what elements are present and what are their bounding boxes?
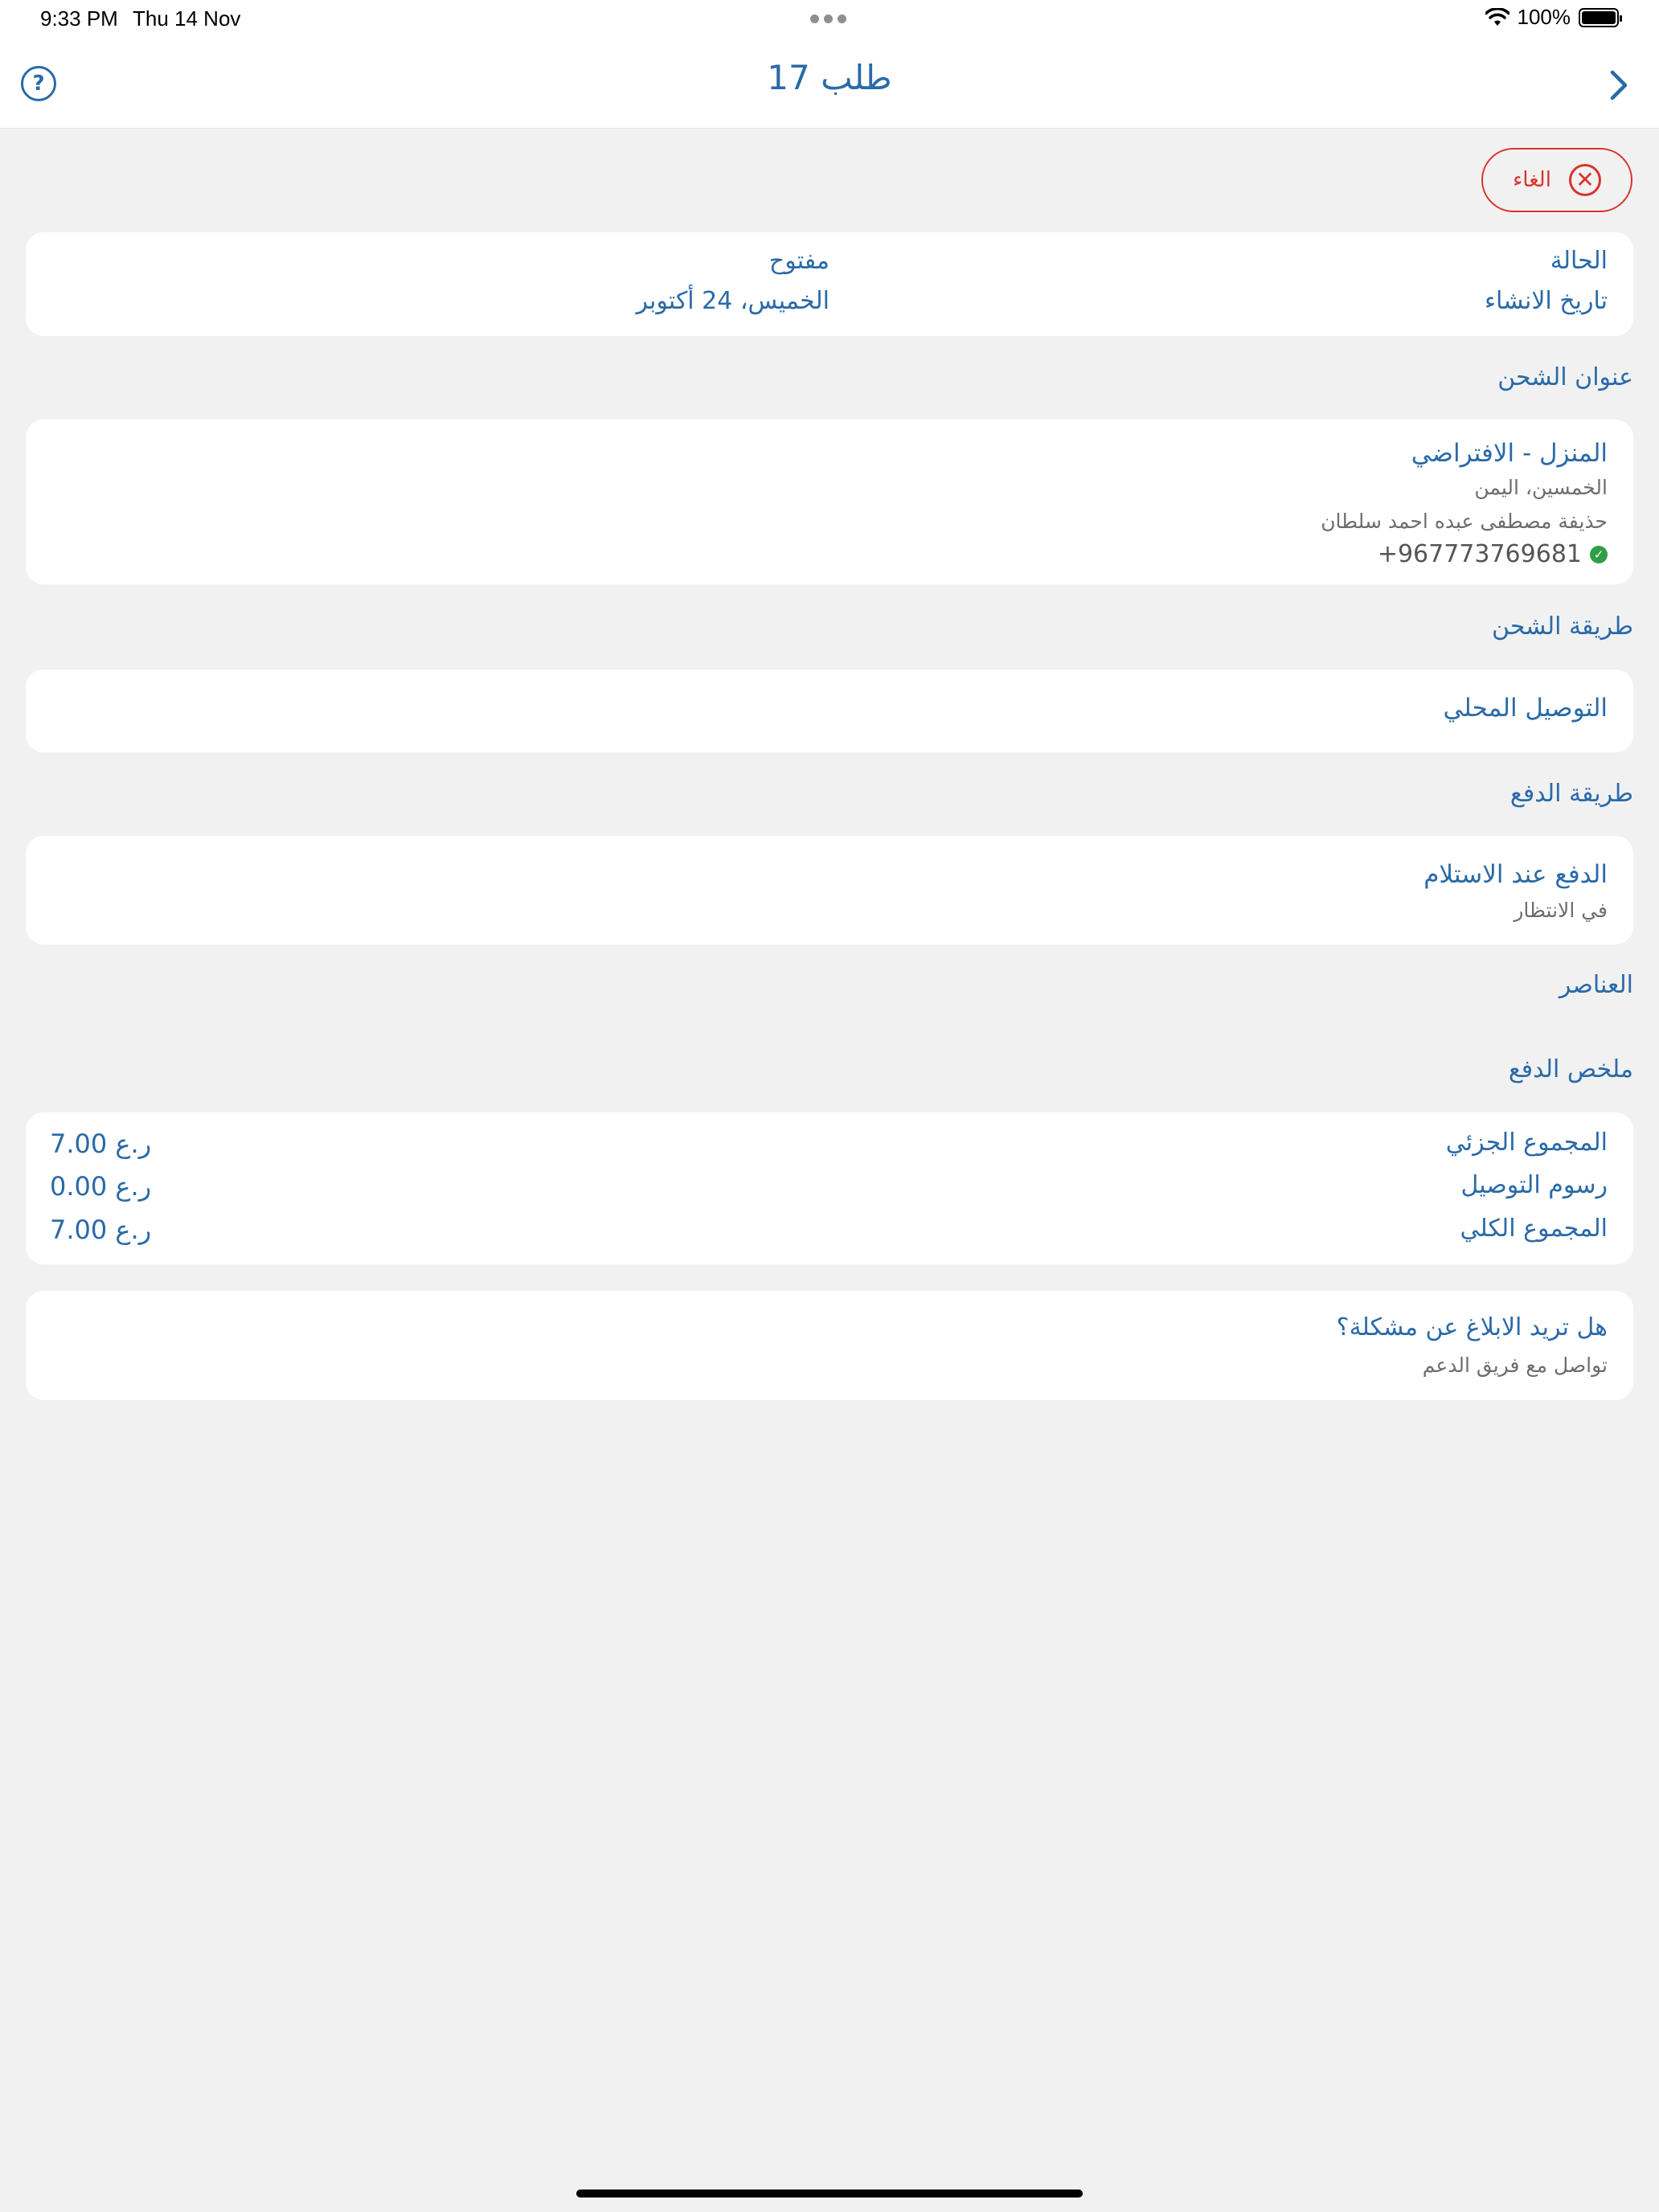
phone-row: +967773769681 ✓ [1378, 540, 1608, 568]
battery-icon [1579, 7, 1622, 27]
payment-method-value: الدفع عند الاستلام [1423, 860, 1608, 889]
status-time: 9:33 PM [40, 6, 118, 31]
nav-bar: ? طلب 17 [0, 40, 1659, 129]
cancel-button-label: الغاء [1513, 168, 1551, 192]
address-location: الخمسين، اليمن [1474, 476, 1608, 499]
total-amount: 7.00 ر.ع [50, 1215, 152, 1245]
address-recipient: حذيفة مصطفى عبده احمد سلطان [1321, 510, 1608, 533]
status-right: 100% [1485, 5, 1622, 30]
created-label: تاريخ الانشاء [1484, 287, 1608, 315]
delivery-fee-amount: 0.00 ر.ع [50, 1171, 152, 1202]
status-label: الحالة [1550, 247, 1608, 275]
payment-status: في الانتظار [1514, 899, 1608, 922]
total-label: المجموع الكلي [1460, 1215, 1608, 1243]
wifi-icon [1485, 7, 1509, 26]
shipping-method-title: طريقة الشحن [1491, 612, 1633, 641]
subtotal-amount: 7.00 ر.ع [50, 1129, 152, 1159]
status-bar: 9:33 PM Thu 14 Nov 100% [0, 0, 1659, 40]
verified-check-icon: ✓ [1590, 545, 1608, 563]
chevron-right-icon[interactable] [1603, 63, 1635, 108]
page-title: طلب 17 [767, 58, 892, 97]
battery-percent: 100% [1517, 5, 1571, 29]
report-title: هل تريد الابلاغ عن مشكلة؟ [1336, 1313, 1608, 1342]
status-date: Thu 14 Nov [133, 6, 241, 31]
order-info-card: الحالة مفتوح تاريخ الانشاء الخميس، 24 أك… [26, 232, 1633, 336]
payment-summary-card: المجموع الجزئي 7.00 ر.ع رسوم التوصيل 0.0… [26, 1112, 1633, 1264]
address-name: المنزل - الافتراضي [1411, 439, 1608, 468]
home-indicator [576, 2189, 1083, 2198]
cancel-button[interactable]: ✕ الغاء [1481, 148, 1632, 212]
shipping-address-card[interactable]: المنزل - الافتراضي الخمسين، اليمن حذيفة … [26, 420, 1633, 584]
status-value: مفتوح [768, 247, 830, 275]
subtotal-label: المجموع الجزئي [1445, 1129, 1608, 1157]
report-subtitle: تواصل مع فريق الدعم [1422, 1354, 1608, 1377]
shipping-address-title: عنوان الشحن [1497, 363, 1633, 391]
payment-method-card: الدفع عند الاستلام في الانتظار [26, 836, 1633, 944]
payment-method-title: طريقة الدفع [1509, 780, 1633, 808]
report-problem-card[interactable]: هل تريد الابلاغ عن مشكلة؟ تواصل مع فريق … [26, 1291, 1633, 1400]
items-title: العناصر [1559, 971, 1633, 999]
shipping-method-card: التوصيل المحلي [26, 670, 1633, 752]
address-phone: +967773769681 [1377, 540, 1582, 568]
delivery-fee-label: رسوم التوصيل [1460, 1171, 1608, 1199]
shipping-method-value: التوصيل المحلي [1443, 694, 1608, 723]
cancel-icon: ✕ [1568, 164, 1601, 196]
multitasking-dots-icon[interactable] [810, 14, 846, 23]
payment-summary-title: ملخص الدفع [1508, 1055, 1633, 1083]
created-value: الخميس، 24 أكتوبر [636, 287, 830, 315]
